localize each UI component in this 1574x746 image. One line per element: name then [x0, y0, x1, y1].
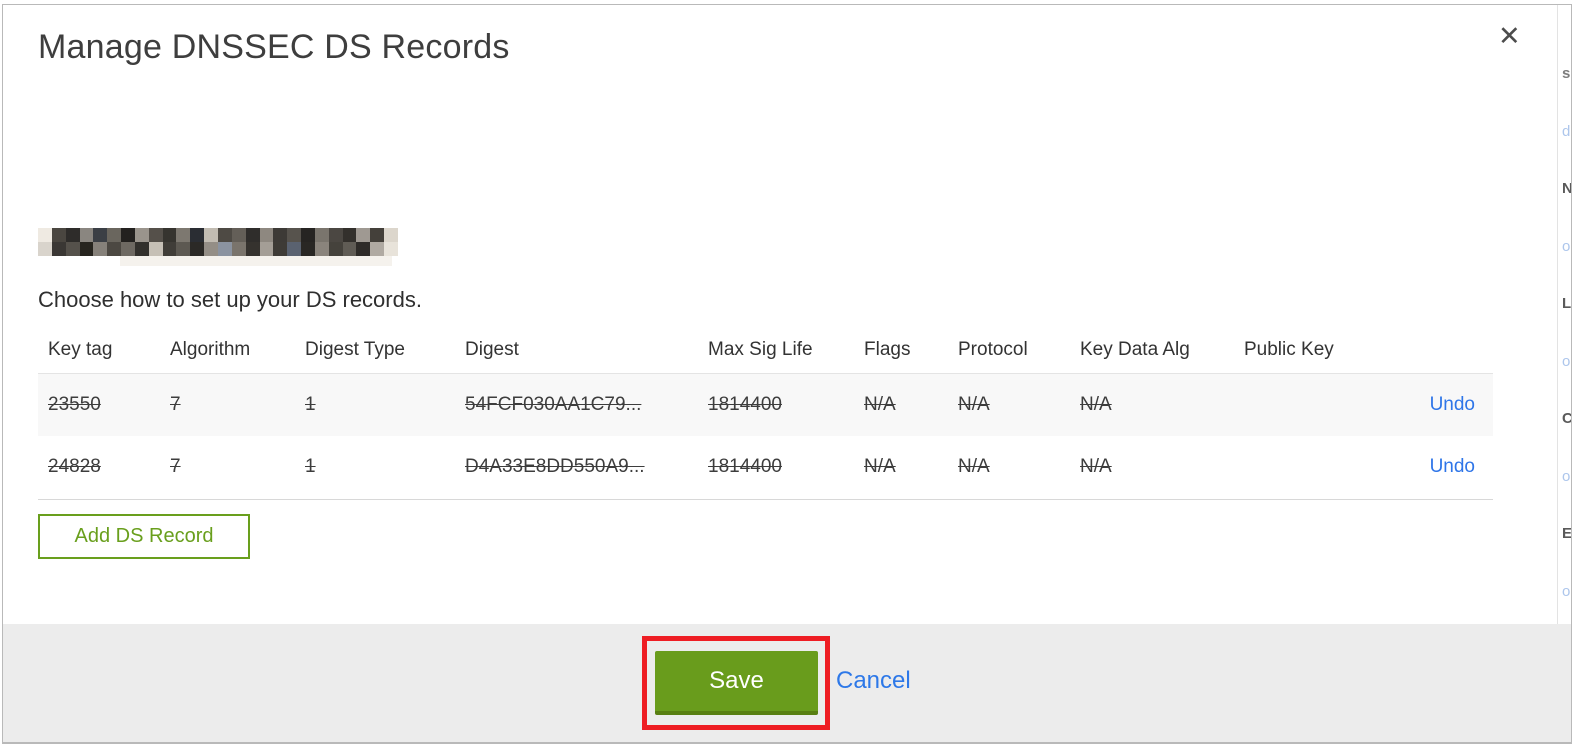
table-header-row: Key tag Algorithm Digest Type Digest Max… — [38, 330, 1493, 373]
header-algorithm: Algorithm — [170, 339, 251, 361]
header-max-sig-life: Max Sig Life — [708, 339, 813, 361]
header-key-tag: Key tag — [48, 339, 113, 361]
header-key-data-alg: Key Data Alg — [1080, 339, 1190, 361]
cell-algorithm: 7 — [170, 456, 181, 478]
cell-algorithm: 7 — [170, 393, 181, 415]
cell-protocol: N/A — [958, 456, 990, 478]
header-digest: Digest — [465, 339, 519, 361]
instruction-text: Choose how to set up your DS records. — [38, 287, 422, 312]
header-digest-type: Digest Type — [305, 339, 405, 361]
table-row: 23550 7 1 54FCF030AA1C79... 1814400 N/A … — [38, 373, 1493, 436]
cell-key-tag: 24828 — [48, 456, 101, 478]
cell-digest: 54FCF030AA1C79... — [465, 393, 642, 415]
save-button[interactable]: Save — [655, 651, 818, 715]
cell-flags: N/A — [864, 456, 896, 478]
redacted-domain-shadow — [120, 256, 392, 266]
table-row: 24828 7 1 D4A33E8DD550A9... 1814400 N/A … — [38, 436, 1493, 499]
add-ds-record-button[interactable]: Add DS Record — [38, 514, 250, 559]
cell-flags: N/A — [864, 393, 896, 415]
cell-max-sig-life: 1814400 — [708, 456, 782, 478]
header-protocol: Protocol — [958, 339, 1028, 361]
cell-digest-type: 1 — [305, 456, 316, 478]
cell-public-key — [1234, 436, 1374, 499]
redacted-domain — [38, 228, 398, 256]
modal-title: Manage DNSSEC DS Records — [38, 28, 510, 66]
cell-protocol: N/A — [958, 393, 990, 415]
cell-public-key — [1234, 373, 1374, 436]
cell-max-sig-life: 1814400 — [708, 393, 782, 415]
header-actions — [1374, 330, 1493, 373]
cell-key-tag: 23550 — [48, 393, 101, 415]
undo-link[interactable]: Undo — [1430, 394, 1475, 415]
cancel-link[interactable]: Cancel — [836, 667, 911, 695]
ds-records-table: Key tag Algorithm Digest Type Digest Max… — [38, 330, 1493, 500]
cell-digest-type: 1 — [305, 393, 316, 415]
header-flags: Flags — [864, 339, 911, 361]
cell-key-data-alg: N/A — [1080, 456, 1112, 478]
undo-link[interactable]: Undo — [1430, 456, 1475, 477]
screenshot-viewport: Manage DNSSEC DS Records ✕ Choose how to… — [0, 0, 1574, 746]
close-icon[interactable]: ✕ — [1498, 20, 1521, 52]
modal-edge-divider — [1557, 5, 1558, 624]
cell-digest: D4A33E8DD550A9... — [465, 456, 645, 478]
cell-key-data-alg: N/A — [1080, 393, 1112, 415]
header-public-key: Public Key — [1244, 339, 1334, 361]
background-page-fragments: sdNoLoCoEo — [1562, 65, 1572, 600]
